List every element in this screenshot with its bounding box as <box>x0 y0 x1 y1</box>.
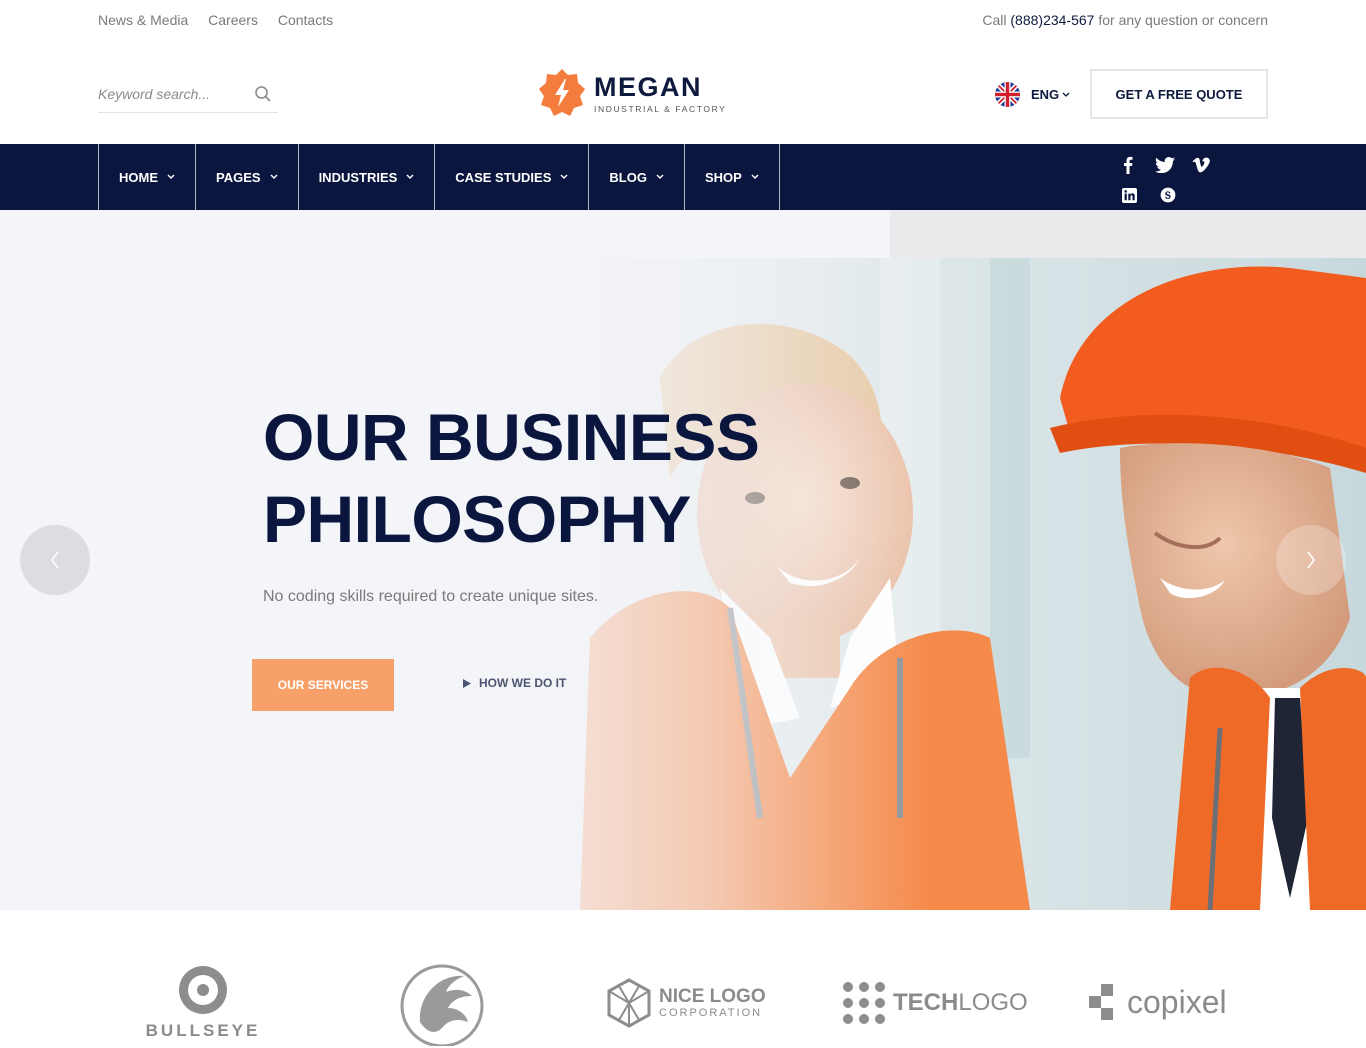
search-icon[interactable] <box>254 85 272 103</box>
hero-subtitle: No coding skills required to create uniq… <box>263 588 599 605</box>
gear-bolt-icon <box>539 69 585 116</box>
nice-logo-sublabel: CORPORATION <box>659 1007 763 1019</box>
partner-eagle[interactable] <box>398 962 488 1046</box>
chevron-down-icon <box>656 174 664 179</box>
bullseye-label: BULLSEYE <box>145 1021 261 1040</box>
how-we-do-it-button[interactable]: HOW WE DO IT <box>463 676 566 690</box>
hero-slider: OUR BUSINESS PHILOSOPHY No coding skills… <box>0 210 1366 910</box>
chevron-down-icon <box>406 174 414 179</box>
language-selector[interactable]: ENG <box>995 82 1070 107</box>
play-icon <box>463 678 471 688</box>
nav-item-label: INDUSTRIES <box>318 169 398 185</box>
logo-name: MEGAN <box>594 72 702 102</box>
chevron-down-icon <box>751 174 759 179</box>
partner-bullseye[interactable]: BULLSEYE <box>146 965 257 1041</box>
search-box <box>98 76 278 113</box>
partner-copixel[interactable]: copixel <box>1089 983 1227 1021</box>
contact-info: Call (888)234-567 for any question or co… <box>982 12 1268 32</box>
chevron-down-icon <box>1062 92 1070 97</box>
our-services-button[interactable]: OUR SERVICES <box>252 659 394 711</box>
nav-item-industries[interactable]: INDUSTRIES <box>299 144 436 210</box>
facebook-icon[interactable] <box>1118 154 1138 176</box>
top-links: News & Media Careers Contacts <box>98 12 349 32</box>
partner-nice-logo[interactable]: NICE LOGO CORPORATION <box>607 978 766 1028</box>
nav-item-label: HOME <box>119 169 158 185</box>
nav-item-shop[interactable]: SHOP <box>685 144 780 210</box>
skype-icon[interactable] <box>1157 184 1179 206</box>
linkedin-icon[interactable] <box>1118 184 1140 206</box>
bullseye-logo-icon <box>179 966 227 1014</box>
nav-item-label: SHOP <box>704 169 742 185</box>
nav-menu: HOME PAGES INDUSTRIES CASE STUDIES BLOG … <box>98 144 780 210</box>
call-suffix: for any question or concern <box>1094 12 1268 28</box>
nav-item-label: CASE STUDIES <box>455 169 552 185</box>
social-links <box>1118 150 1228 210</box>
nav-item-pages[interactable]: PAGES <box>196 144 299 210</box>
chevron-down-icon <box>560 174 568 179</box>
top-bar: News & Media Careers Contacts Call (888)… <box>98 12 1268 32</box>
slider-prev-button[interactable] <box>20 525 90 595</box>
careers-link[interactable]: Careers <box>208 12 258 28</box>
chevron-left-icon <box>51 551 59 569</box>
phone-number[interactable]: (888)234-567 <box>1010 12 1094 28</box>
hero-background-band <box>890 210 1366 258</box>
slider-next-button[interactable] <box>1276 525 1346 595</box>
techlogo-label-light: LOGO <box>958 989 1028 1016</box>
nav-item-label: BLOG <box>609 169 647 185</box>
language-label: ENG <box>1031 87 1060 102</box>
techlogo-label-bold: TECH <box>893 989 959 1016</box>
news-media-link[interactable]: News & Media <box>98 12 188 28</box>
logo-tagline: INDUSTRIAL & FACTORY <box>594 104 727 114</box>
nav-item-blog[interactable]: BLOG <box>589 144 685 210</box>
chevron-down-icon <box>167 174 175 179</box>
search-input[interactable] <box>98 86 248 102</box>
contacts-link[interactable]: Contacts <box>278 12 333 28</box>
eagle-logo-icon <box>400 964 484 1046</box>
copixel-logo-icon <box>1089 984 1113 1020</box>
cube-logo-icon <box>607 978 651 1028</box>
vimeo-icon[interactable] <box>1192 154 1212 176</box>
chevron-right-icon <box>1307 551 1315 569</box>
site-logo[interactable]: MEGAN INDUSTRIAL & FACTORY <box>538 68 726 118</box>
partner-logos: BULLSEYE NICE LOGO CORPORATION TECHLOGO <box>0 910 1366 1048</box>
dots-logo-icon <box>843 982 885 1024</box>
get-quote-button[interactable]: GET A FREE QUOTE <box>1090 69 1268 119</box>
nav-item-home[interactable]: HOME <box>99 144 196 210</box>
nice-logo-label: NICE LOGO <box>659 986 766 1007</box>
hero-title: OUR BUSINESS PHILOSOPHY <box>263 396 760 560</box>
nav-item-case-studies[interactable]: CASE STUDIES <box>435 144 590 210</box>
nav-item-label: PAGES <box>216 169 261 185</box>
logo-text: MEGAN INDUSTRIAL & FACTORY <box>594 72 726 114</box>
hero-title-line-2: PHILOSOPHY <box>263 482 691 556</box>
hero-title-line-1: OUR BUSINESS <box>263 400 760 474</box>
uk-flag-icon <box>995 82 1020 107</box>
chevron-down-icon <box>270 174 278 179</box>
call-prefix: Call <box>982 12 1011 28</box>
copixel-label: copixel <box>1127 983 1227 1020</box>
twitter-icon[interactable] <box>1154 154 1175 176</box>
partner-techlogo[interactable]: TECH LOGO <box>841 980 1028 1026</box>
main-nav: HOME PAGES INDUSTRIES CASE STUDIES BLOG … <box>0 144 1366 210</box>
hero-photo-fade <box>430 258 930 910</box>
how-we-do-it-label: HOW WE DO IT <box>479 676 567 690</box>
